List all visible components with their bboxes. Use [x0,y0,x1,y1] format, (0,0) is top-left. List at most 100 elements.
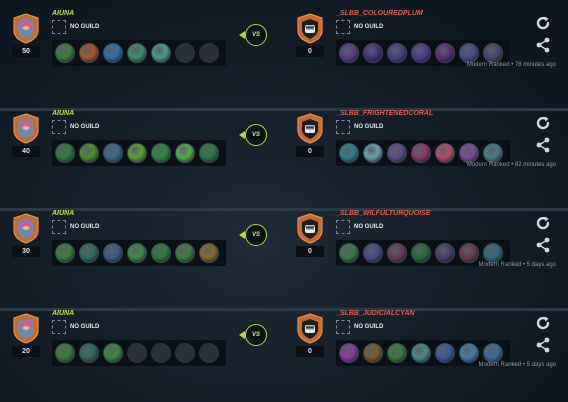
player-two-avatar-icon[interactable] [296,13,324,44]
refresh-icon[interactable] [535,15,551,31]
vs-badge: VS [245,224,267,246]
share-icon[interactable] [535,237,551,253]
player-two-avatar-icon[interactable] [296,213,324,244]
legend-portrait-icon[interactable] [127,43,147,63]
legend-portrait-icon[interactable] [175,243,195,263]
share-icon[interactable] [535,337,551,353]
match-card[interactable]: 30 AIUNA NO GUILD VS 0 _SLBB_WILFULTURQU… [0,210,568,308]
player-one-score: 50 [12,46,40,57]
match-meta: Modern Ranked • 82 minutes ago [466,162,556,168]
player-one-name[interactable]: AIUNA [52,110,74,117]
legend-slot-empty [127,343,147,363]
legend-portrait-icon[interactable] [55,43,75,63]
guild-placeholder-icon [336,320,350,334]
player-two-name[interactable]: _SLBB_JUDICIALCYAN [336,310,414,317]
legend-portrait-icon[interactable] [363,243,383,263]
guild-placeholder-icon [336,120,350,134]
player-one-avatar-icon[interactable] [12,313,40,344]
legend-portrait-icon[interactable] [435,343,455,363]
legend-portrait-icon[interactable] [483,343,503,363]
legend-portrait-icon[interactable] [151,143,171,163]
legend-slot-empty [199,343,219,363]
legend-portrait-icon[interactable] [411,343,431,363]
legend-portrait-icon[interactable] [363,143,383,163]
share-icon[interactable] [535,137,551,153]
legend-portrait-icon[interactable] [79,143,99,163]
player-two-guild: NO GUILD [354,124,384,130]
legend-portrait-icon[interactable] [339,43,359,63]
legend-portrait-icon[interactable] [55,343,75,363]
player-one-avatar-icon[interactable] [12,213,40,244]
match-meta: Modern Ranked • 5 days ago [478,262,556,268]
legend-portrait-icon[interactable] [459,343,479,363]
legend-portrait-icon[interactable] [151,43,171,63]
legend-portrait-icon[interactable] [435,43,455,63]
legend-slot-empty [175,43,195,63]
player-one-name[interactable]: AIUNA [52,210,74,217]
legend-portrait-icon[interactable] [387,143,407,163]
guild-placeholder-icon [336,20,350,34]
legend-portrait-icon[interactable] [459,43,479,63]
player-one-legends [52,140,226,166]
legend-portrait-icon[interactable] [483,143,503,163]
player-one-avatar-icon[interactable] [12,113,40,144]
player-two-guild: NO GUILD [354,24,384,30]
legend-portrait-icon[interactable] [127,143,147,163]
legend-portrait-icon[interactable] [387,343,407,363]
legend-portrait-icon[interactable] [103,143,123,163]
legend-portrait-icon[interactable] [79,243,99,263]
refresh-icon[interactable] [535,115,551,131]
match-meta: Modern Ranked • 5 days ago [478,362,556,368]
player-one-name[interactable]: AIUNA [52,310,74,317]
match-card[interactable]: 20 AIUNA NO GUILD VS 0 _SLBB_JUDICIALCYA… [0,310,568,402]
legend-portrait-icon[interactable] [411,143,431,163]
legend-portrait-icon[interactable] [411,43,431,63]
legend-portrait-icon[interactable] [483,243,503,263]
player-two-name[interactable]: _SLBB_FRIGHTENEDCORAL [336,110,433,117]
legend-portrait-icon[interactable] [199,143,219,163]
player-two-name[interactable]: _SLBB_WILFULTURQUOISE [336,210,430,217]
legend-portrait-icon[interactable] [79,343,99,363]
match-meta: Modern Ranked • 78 minutes ago [466,62,556,68]
guild-placeholder-icon [52,20,66,34]
player-one-score: 30 [12,246,40,257]
player-one-name[interactable]: AIUNA [52,10,74,17]
legend-portrait-icon[interactable] [483,43,503,63]
legend-portrait-icon[interactable] [411,243,431,263]
player-one-legends [52,40,226,66]
legend-portrait-icon[interactable] [387,243,407,263]
legend-portrait-icon[interactable] [459,243,479,263]
player-two-avatar-icon[interactable] [296,313,324,344]
legend-slot-empty [151,343,171,363]
legend-portrait-icon[interactable] [387,43,407,63]
legend-portrait-icon[interactable] [175,143,195,163]
refresh-icon[interactable] [535,315,551,331]
match-card[interactable]: 50 AIUNA NO GUILD VS 0 _SLBB_COLOUREDPLU… [0,10,568,108]
player-one-avatar-icon[interactable] [12,13,40,44]
legend-portrait-icon[interactable] [151,243,171,263]
legend-portrait-icon[interactable] [459,143,479,163]
legend-portrait-icon[interactable] [103,43,123,63]
legend-portrait-icon[interactable] [55,143,75,163]
player-two-name[interactable]: _SLBB_COLOUREDPLUM [336,10,423,17]
player-one-guild: NO GUILD [70,324,100,330]
legend-portrait-icon[interactable] [103,343,123,363]
share-icon[interactable] [535,37,551,53]
legend-portrait-icon[interactable] [127,243,147,263]
legend-portrait-icon[interactable] [199,243,219,263]
legend-slot-empty [199,43,219,63]
match-card[interactable]: 40 AIUNA NO GUILD VS 0 _SLBB_FRIGHTENEDC… [0,110,568,208]
player-one-legends [52,240,226,266]
player-two-avatar-icon[interactable] [296,113,324,144]
refresh-icon[interactable] [535,215,551,231]
legend-portrait-icon[interactable] [435,143,455,163]
legend-portrait-icon[interactable] [363,43,383,63]
legend-portrait-icon[interactable] [55,243,75,263]
legend-portrait-icon[interactable] [79,43,99,63]
legend-portrait-icon[interactable] [339,143,359,163]
legend-portrait-icon[interactable] [103,243,123,263]
legend-portrait-icon[interactable] [363,343,383,363]
legend-portrait-icon[interactable] [435,243,455,263]
legend-portrait-icon[interactable] [339,343,359,363]
legend-portrait-icon[interactable] [339,243,359,263]
